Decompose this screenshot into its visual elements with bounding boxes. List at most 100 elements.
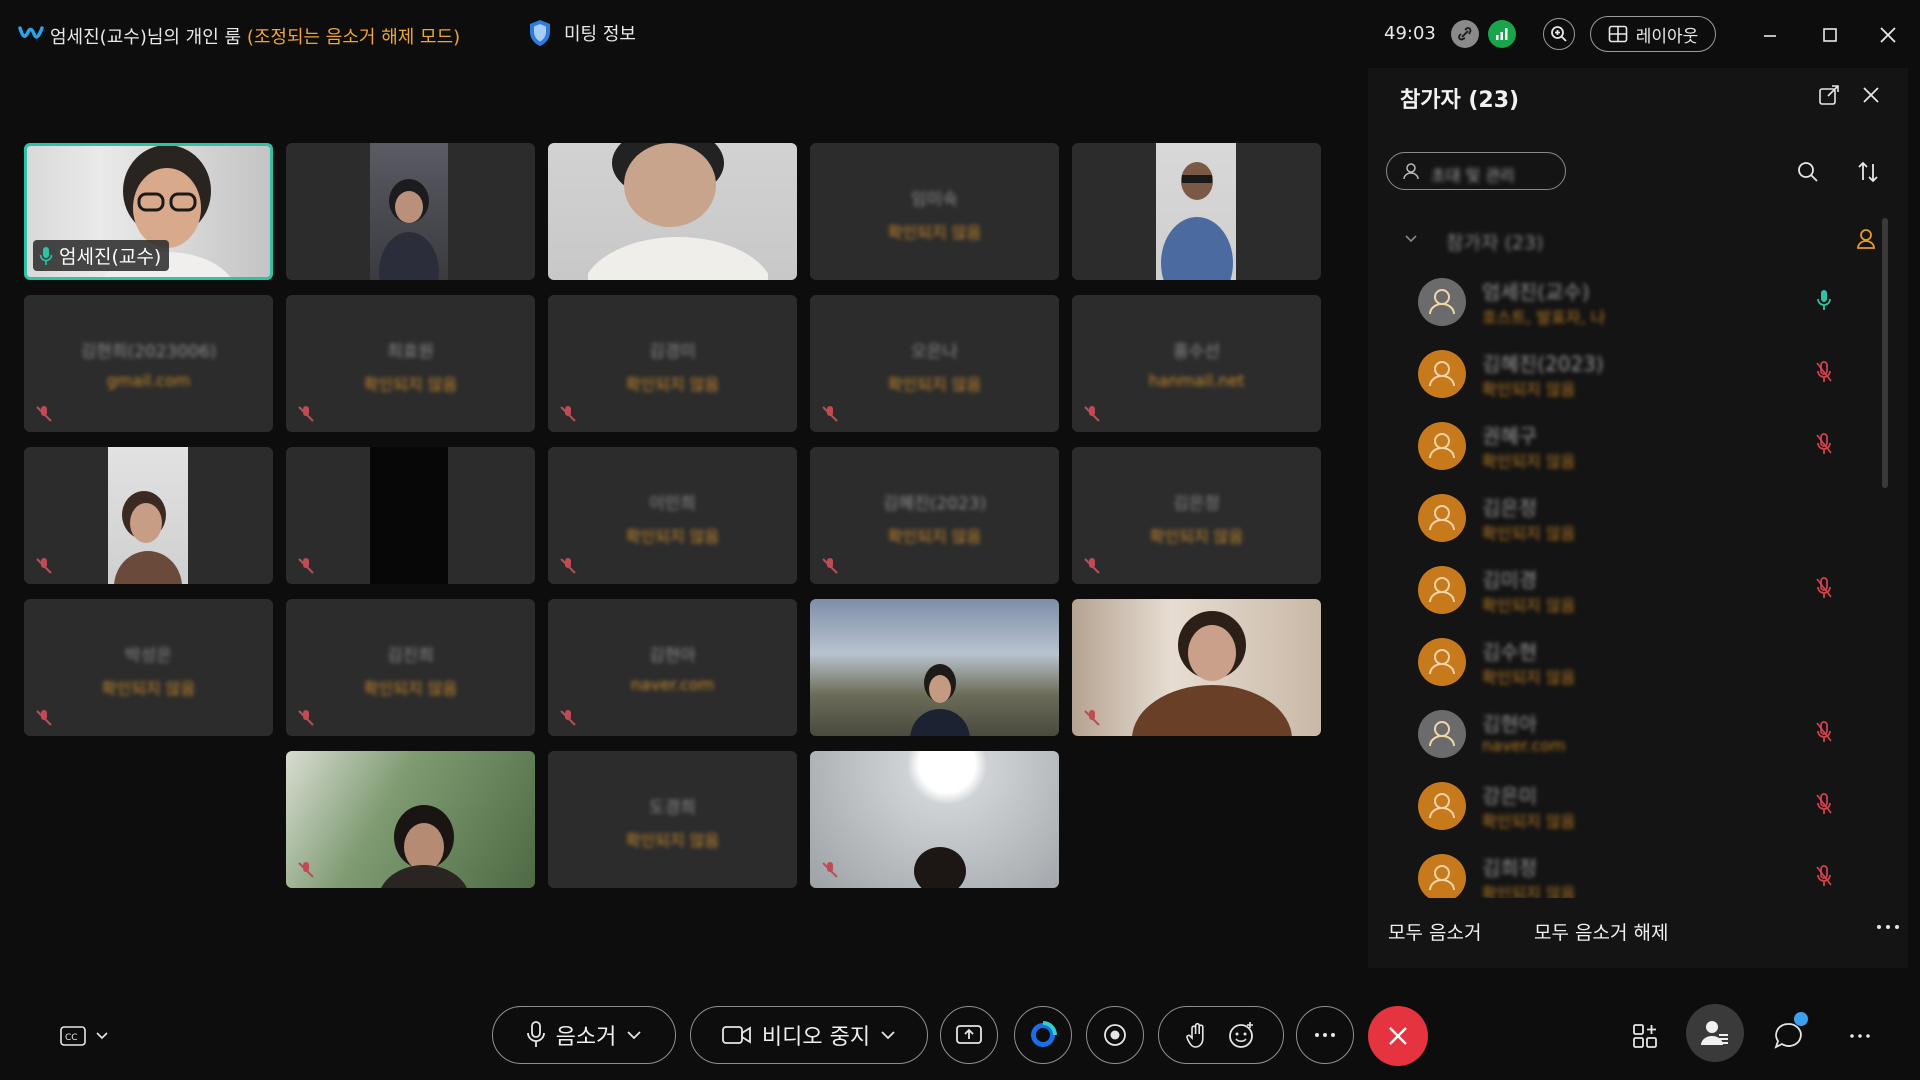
avatar-tile[interactable]: 김혜진(2023) 확인되지 않음	[810, 447, 1059, 584]
video-tile-speaker[interactable]: 엄세진(교수)	[24, 143, 273, 280]
host-badge-icon	[1857, 229, 1875, 249]
participant-status: 확인되지 않음	[1482, 452, 1576, 471]
mute-all-button[interactable]: 모두 음소거	[1388, 918, 1481, 945]
mic-muted-icon[interactable]	[1814, 792, 1834, 816]
avatar-tile[interactable]: 홍수선 hanmail.net	[1072, 295, 1321, 432]
avatar	[1418, 854, 1466, 898]
ai-assistant-button[interactable]	[1014, 1006, 1072, 1064]
video-tile[interactable]	[286, 447, 535, 584]
participant-item[interactable]: 김수현 확인되지 않음	[1418, 632, 1838, 692]
person-icon	[1429, 505, 1455, 531]
window-title: 엄세진(교수)님의 개인 룸 (조정되는 음소거 해제 모드)	[50, 27, 461, 48]
title-bar: 엄세진(교수)님의 개인 룸 (조정되는 음소거 해제 모드) 미팅 정보 49…	[0, 0, 1920, 70]
panel-close-icon[interactable]	[1861, 85, 1881, 105]
participant-portrait	[1132, 611, 1292, 736]
participant-status: 확인되지 않음	[1482, 884, 1576, 898]
mic-muted-icon[interactable]	[1814, 576, 1834, 600]
minimize-button[interactable]	[1752, 18, 1788, 52]
mic-muted-icon[interactable]	[1814, 432, 1834, 456]
participant-item[interactable]: 김현아 naver.com	[1418, 704, 1838, 764]
video-tile[interactable]	[1072, 143, 1321, 280]
more-actions-button[interactable]	[1296, 1006, 1354, 1064]
maximize-button[interactable]	[1812, 18, 1848, 52]
avatar-tile[interactable]: 김은정 확인되지 않음	[1072, 447, 1321, 584]
invite-manage-button[interactable]: 초대 및 관리	[1386, 152, 1566, 190]
network-status-icon[interactable]	[1488, 20, 1516, 48]
participant-item[interactable]: 권혜구 확인되지 않음	[1418, 416, 1838, 476]
pop-out-icon[interactable]	[1818, 84, 1840, 106]
close-button[interactable]	[1870, 18, 1906, 52]
participant-item[interactable]: 김은정 확인되지 않음	[1418, 488, 1838, 548]
participant-item[interactable]: 강은미확인되지 않음	[1418, 776, 1838, 836]
search-icon[interactable]	[1796, 160, 1820, 184]
participant-status: 확인되지 않음	[1482, 812, 1576, 831]
microphone-icon	[526, 1021, 545, 1047]
participant-item[interactable]: 김미경 확인되지 않음	[1418, 560, 1838, 620]
avatar-tile[interactable]: 김현아 naver.com	[548, 599, 797, 736]
participant-name: 김은정	[1482, 496, 1538, 520]
avatar	[1418, 710, 1466, 758]
participant-status: naver.com	[1482, 736, 1566, 755]
shield-icon	[530, 20, 550, 46]
stop-video-button[interactable]: 비디오 중지	[690, 1006, 928, 1064]
avatar-tile[interactable]: 김현희(2023006) gmail.com	[24, 295, 273, 432]
apps-icon	[1633, 1024, 1657, 1048]
participants-button[interactable]	[1686, 1004, 1744, 1062]
mic-muted-icon[interactable]	[1814, 864, 1834, 888]
avatar-tile[interactable]: 김경미 확인되지 않음	[548, 295, 797, 432]
meeting-info-button[interactable]: 미팅 정보	[528, 19, 636, 47]
reactions-button[interactable]	[1158, 1006, 1284, 1064]
mic-on-icon[interactable]	[1814, 288, 1834, 312]
avatar-tile[interactable]: 오은나 확인되지 않음	[810, 295, 1059, 432]
video-tile[interactable]	[1072, 599, 1321, 736]
participant-item[interactable]: 엄세진(교수) 호스트, 발표자, 나	[1418, 272, 1838, 332]
avatar-tile[interactable]: 임미숙 확인되지 않음	[810, 143, 1059, 280]
more-panels-button[interactable]	[1840, 1016, 1880, 1056]
mic-muted-icon	[560, 710, 576, 726]
video-tile[interactable]	[548, 143, 797, 280]
captions-button[interactable]: CC	[48, 1016, 118, 1056]
participants-section-header[interactable]: 참가자 (23)	[1404, 226, 1875, 256]
video-tile[interactable]	[24, 447, 273, 584]
apps-button[interactable]	[1625, 1016, 1665, 1056]
person-icon	[1429, 793, 1455, 819]
mic-muted-icon	[560, 406, 576, 422]
speaker-label: 엄세진(교수)	[33, 240, 170, 271]
avatar-tile[interactable]: 김진희 확인되지 않음	[286, 599, 535, 736]
unmute-all-button[interactable]: 모두 음소거 해제	[1534, 918, 1668, 945]
more-options-icon[interactable]	[1876, 922, 1900, 932]
mic-muted-icon	[298, 862, 314, 878]
participant-portrait	[910, 664, 970, 736]
avatar-tile[interactable]: 이민희 확인되지 않음	[548, 447, 797, 584]
avatar-tile[interactable]: 도경희 확인되지 않음	[548, 751, 797, 888]
end-meeting-button[interactable]	[1368, 1006, 1428, 1066]
mic-muted-icon	[1084, 710, 1100, 726]
panel-scrollbar[interactable]	[1882, 218, 1888, 488]
video-tile[interactable]	[286, 143, 535, 280]
video-tile[interactable]	[810, 599, 1059, 736]
layout-button[interactable]: 레이아웃	[1590, 16, 1716, 52]
chat-button[interactable]	[1768, 1012, 1808, 1056]
participant-item[interactable]: 김혜진(2023) 확인되지 않음	[1418, 344, 1838, 404]
video-tile[interactable]	[286, 751, 535, 888]
video-tile[interactable]	[810, 751, 1059, 888]
zoom-icon[interactable]	[1543, 18, 1575, 50]
participant-status: 확인되지 않음	[1482, 380, 1576, 399]
mic-muted-icon[interactable]	[1814, 720, 1834, 744]
participant-status: 확인되지 않음	[1482, 668, 1576, 687]
sort-icon[interactable]	[1856, 160, 1880, 184]
avatar-tile[interactable]: 박성은 확인되지 않음	[24, 599, 273, 736]
participant-name: 강은미	[1482, 784, 1538, 808]
record-button[interactable]	[1086, 1006, 1144, 1064]
mic-muted-icon	[822, 558, 838, 574]
participant-item[interactable]: 김희정 확인되지 않음	[1418, 848, 1838, 898]
avatar-tile[interactable]: 최효원 확인되지 않음	[286, 295, 535, 432]
mute-button[interactable]: 음소거	[492, 1006, 676, 1064]
more-options-icon	[1315, 1033, 1335, 1037]
participant-portrait	[588, 143, 768, 280]
mic-muted-icon[interactable]	[1814, 360, 1834, 384]
share-screen-button[interactable]	[940, 1006, 998, 1064]
mic-muted-icon	[298, 558, 314, 574]
participant-portrait	[1161, 162, 1233, 280]
link-icon[interactable]	[1451, 20, 1479, 48]
